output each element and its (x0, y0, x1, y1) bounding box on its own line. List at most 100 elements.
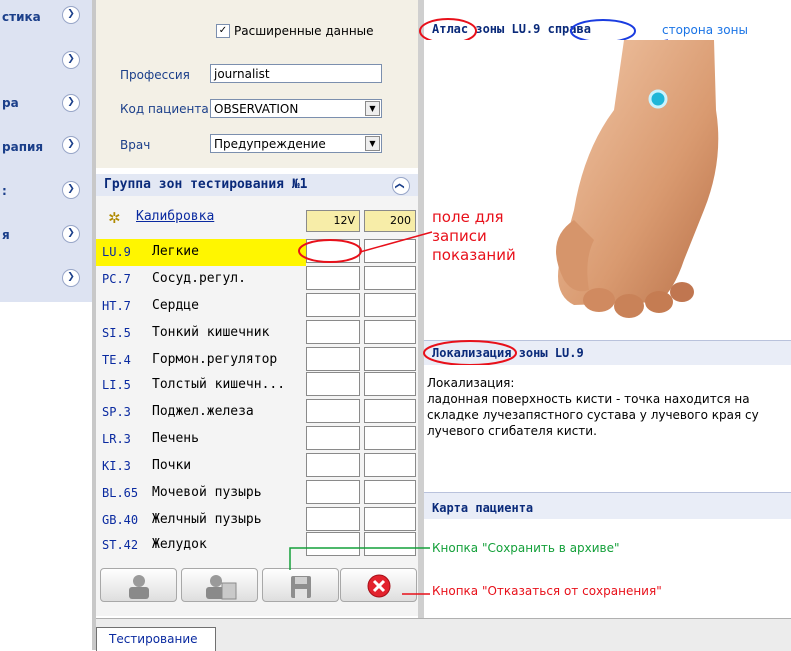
annotation-line (402, 593, 430, 595)
reading-cell[interactable] (364, 480, 416, 504)
nav-item-3[interactable]: ра ❯ (0, 90, 92, 120)
reading-cell[interactable] (306, 399, 360, 423)
save-archive-button[interactable] (262, 568, 339, 602)
tab-testing[interactable]: Тестирование (96, 627, 216, 651)
gear-icon[interactable]: ✲ (108, 209, 121, 227)
reading-cell[interactable] (364, 320, 416, 344)
zone-row[interactable]: LU.9 Легкие (96, 239, 306, 266)
zone-name: Печень (152, 431, 199, 446)
reading-cell[interactable] (306, 453, 360, 477)
zone-row[interactable]: LI.5 Толстый кишечн... (96, 372, 306, 399)
reading-cell[interactable] (306, 266, 360, 290)
zone-name: Толстый кишечн... (152, 377, 286, 392)
zone-code: KI.3 (102, 459, 131, 473)
zone-row[interactable]: SP.3 Поджел.железа (96, 399, 306, 426)
annotation-ellipse (423, 340, 517, 366)
chevron-down-icon[interactable]: ❯ (62, 94, 80, 112)
reading-cell[interactable] (364, 266, 416, 290)
zone-row[interactable]: SI.5 Тонкий кишечник (96, 320, 306, 347)
hand-image (556, 40, 719, 318)
chevron-down-icon[interactable]: ❯ (62, 269, 80, 287)
zone-name: Мочевой пузырь (152, 485, 262, 500)
zone-row[interactable]: PC.7 Сосуд.регул. (96, 266, 306, 293)
save-button-note: Кнопка "Сохранить в архиве" (432, 541, 620, 555)
zone-row[interactable]: HT.7 Сердце (96, 293, 306, 320)
chevron-down-icon[interactable]: ▼ (365, 136, 380, 151)
reading-cell[interactable] (364, 426, 416, 450)
floppy-disk-icon (291, 576, 311, 598)
reading-field-note-1: поле для (432, 208, 504, 226)
localization-line-3: лучевого сгибателя кисти. (427, 424, 597, 438)
zone-row[interactable]: GB.40 Желчный пузырь (96, 507, 306, 534)
calibration-link[interactable]: Калибровка (136, 209, 214, 224)
reading-cell[interactable] (306, 347, 360, 371)
reading-cell[interactable] (306, 480, 360, 504)
chevron-down-icon[interactable]: ❯ (62, 181, 80, 199)
bottom-tab-bar: Тестирование (96, 618, 791, 651)
chevron-down-icon[interactable]: ❯ (62, 51, 80, 69)
nav-item-label: я (2, 228, 10, 242)
doctor-label: Врач (120, 138, 151, 152)
cancel-button-note: Кнопка "Отказаться от сохранения" (432, 584, 662, 598)
profession-label: Профессия (120, 68, 190, 82)
extended-data-checkbox[interactable]: ✓ (216, 24, 230, 38)
zone-row[interactable]: BL.65 Мочевой пузырь (96, 480, 306, 507)
reading-cell[interactable] (364, 293, 416, 317)
chevron-up-icon[interactable]: ❯ (392, 177, 410, 195)
profession-value: journalist (214, 67, 270, 81)
reading-cell[interactable] (364, 453, 416, 477)
zone-row[interactable]: TE.4 Гормон.регулятор (96, 347, 306, 374)
zone-name: Желудок (152, 537, 207, 552)
zone-name: Сосуд.регул. (152, 271, 246, 286)
zone-code: TE.4 (102, 353, 131, 367)
nav-item-label: : (2, 184, 7, 198)
zone-name: Тонкий кишечник (152, 325, 270, 340)
zone-name: Почки (152, 458, 192, 473)
profession-field[interactable]: journalist (210, 64, 382, 83)
reading-cell[interactable] (306, 372, 360, 396)
zone-group-header: Группа зон тестирования №1 ❯ (96, 174, 418, 197)
reading-cell[interactable] (306, 507, 360, 531)
zone-group-title: Группа зон тестирования №1 (104, 177, 308, 192)
zone-row[interactable]: ST.42 Желудок (96, 532, 306, 559)
patient-card-button[interactable] (181, 568, 258, 602)
nav-item-label: рапия (2, 140, 44, 154)
chevron-down-icon[interactable]: ❯ (62, 6, 80, 24)
nav-item-7[interactable]: ❯ (0, 266, 92, 296)
localization-line-1: ладонная поверхность кисти - точка наход… (427, 392, 750, 406)
nav-item-therapy[interactable]: рапия ❯ (0, 134, 92, 164)
nav-item-5[interactable]: : ❯ (0, 178, 92, 208)
chevron-down-icon[interactable]: ▼ (365, 101, 380, 116)
zone-name: Легкие (152, 244, 199, 259)
reading-cell[interactable] (364, 372, 416, 396)
reading-cell[interactable] (306, 293, 360, 317)
zone-code: SP.3 (102, 405, 131, 419)
doctor-select[interactable]: Предупреждение ▼ (210, 134, 382, 153)
zone-name: Гормон.регулятор (152, 352, 278, 367)
left-nav-panel: стика ❯ ❯ ра ❯ рапия ❯ : ❯ я ❯ ❯ (0, 0, 92, 302)
nav-item-diagnostics[interactable]: стика ❯ (0, 4, 92, 34)
nav-item-2[interactable]: ❯ (0, 48, 92, 78)
chevron-down-icon[interactable]: ❯ (62, 136, 80, 154)
reading-field-note: поле для записи показаний (432, 208, 542, 265)
reading-field-note-2: записи (432, 227, 487, 245)
reading-cell[interactable] (364, 399, 416, 423)
reading-cell[interactable] (364, 507, 416, 531)
zone-row[interactable]: KI.3 Почки (96, 453, 306, 480)
patient-button[interactable] (100, 568, 177, 602)
zone-row[interactable]: LR.3 Печень (96, 426, 306, 453)
patient-card-title: Карта пациента (432, 501, 534, 515)
zone-code: GB.40 (102, 513, 139, 527)
reading-cell[interactable] (306, 426, 360, 450)
reading-cell[interactable] (306, 320, 360, 344)
nav-item-6[interactable]: я ❯ (0, 222, 92, 252)
zone-name: Желчный пузырь (152, 512, 262, 527)
zone-code: LI.5 (102, 378, 131, 392)
localization-body: Локализация: ладонная поверхность кисти … (424, 365, 791, 475)
patient-code-select[interactable]: OBSERVATION ▼ (210, 99, 382, 118)
hand-illustration (424, 40, 791, 330)
reading-cell[interactable] (364, 347, 416, 371)
zone-code: BL.65 (102, 486, 139, 500)
chevron-down-icon[interactable]: ❯ (62, 225, 80, 243)
zone-code: HT.7 (102, 299, 131, 313)
